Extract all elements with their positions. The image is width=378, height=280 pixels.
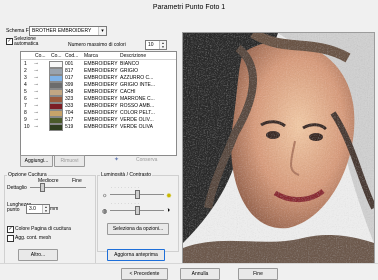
previous-button[interactable]: < Precedente: [121, 268, 168, 280]
thread-chart-select[interactable]: BROTHER EMBROIDERY ▾: [29, 26, 107, 36]
detail-label: Dettaglio: [7, 185, 27, 191]
pin-icon: ✦: [114, 157, 120, 163]
table-row[interactable]: 5 ⊸ 348 EMBROIDERY CACHI: [21, 88, 176, 96]
add-mesh-checkbox[interactable]: [7, 235, 14, 242]
remove-button[interactable]: Rimuovi: [54, 155, 85, 167]
detail-slider-track: [30, 187, 86, 188]
table-row[interactable]: 4 ⊸ 399 EMBROIDERY GRIGIO INTE...: [21, 81, 176, 89]
keep-button[interactable]: Conserva: [136, 157, 157, 163]
add-button[interactable]: Aggiungi...: [20, 155, 53, 167]
row-number: 10: [24, 124, 30, 130]
detail-slider[interactable]: [30, 183, 86, 192]
col-header-code: Cod...: [65, 53, 79, 59]
contrast-low-icon: ◍: [102, 209, 108, 215]
max-colors-stepper[interactable]: 10 ▲ ▼: [145, 40, 167, 50]
thread-color-table[interactable]: Co... Co... Cod... Marca Descrizione 1 ⊸ 0…: [20, 51, 177, 156]
thread-code: 519: [65, 124, 74, 130]
thread-brand: EMBROIDERY: [84, 124, 118, 130]
table-row[interactable]: 9 ⊸ 517 EMBROIDERY VERDE OLIV...: [21, 116, 176, 124]
max-colors-value: 10: [148, 42, 154, 48]
embroidery-preview-image: [183, 33, 374, 264]
table-row[interactable]: 3 ⊸ 017 EMBROIDERY AZZURRO C...: [21, 74, 176, 82]
brightness-contrast-title: Luminosità / Contrasto: [100, 172, 153, 178]
stitch-length-unit: mm: [50, 206, 59, 212]
spin-arrows-icon: ▲ ▼: [42, 205, 49, 213]
table-header: Co... Co... Cod... Marca Descrizione: [21, 52, 176, 60]
finish-button[interactable]: Fine: [238, 268, 278, 280]
col-header-brand: Marca: [84, 53, 98, 59]
thread-chart-value: BROTHER EMBROIDERY: [32, 28, 92, 34]
col-header-color-a: Co...: [35, 53, 46, 59]
stitch-length-stepper[interactable]: 3.0 ▲ ▼: [26, 204, 50, 214]
page-color-label: Colore Pagina di cucitura: [15, 226, 71, 232]
max-colors-label: Numero massimo di colori: [68, 42, 126, 48]
spin-arrows-icon: ▲ ▼: [159, 41, 166, 49]
other-button[interactable]: Altro...: [18, 249, 58, 261]
page-color-checkbox[interactable]: ✓: [7, 226, 14, 233]
brightness-low-icon: ☼: [102, 193, 108, 199]
table-row[interactable]: 8 ⊸ 704 EMBROIDERY COLOR PELT...: [21, 109, 176, 117]
stitch-length-label: Lunghezza punto: [7, 202, 32, 213]
auto-select-checkbox[interactable]: ✓: [6, 38, 13, 45]
contrast-slider[interactable]: ·········: [110, 201, 164, 215]
color-swatch: [49, 124, 63, 131]
thread-icon: ⊸: [34, 124, 39, 130]
contrast-high-icon: ◑: [166, 207, 171, 214]
table-row[interactable]: 1 ⊸ 001 EMBROIDERY BIANCO: [21, 60, 176, 68]
table-row[interactable]: 10 ⊸ 519 EMBROIDERY VERDE OLIVA: [21, 123, 176, 131]
table-row[interactable]: 6 ⊸ 323 EMBROIDERY MARRONE C...: [21, 95, 176, 103]
window-title: Parametri Punto Foto 1: [152, 4, 226, 11]
settings-panel: Schema Fili BROTHER EMBROIDERY ▾ ✓ Selez…: [0, 15, 180, 265]
chevron-down-icon: ▾: [98, 27, 106, 35]
add-mesh-label: Agg. cont. mesh: [15, 235, 52, 241]
photo-preview[interactable]: [182, 32, 375, 265]
stitch-length-value: 3.0: [29, 206, 36, 212]
dialog-footer: < Precedente Annulla Fine: [0, 263, 378, 280]
brightness-slider[interactable]: ·········: [110, 185, 164, 199]
col-header-description: Descrizione: [120, 53, 147, 59]
update-preview-button[interactable]: Aggiorna anteprima: [107, 249, 165, 261]
detail-slider-thumb[interactable]: [40, 183, 45, 192]
footer-divider: [0, 263, 378, 264]
brightness-high-icon: ✹: [166, 193, 172, 200]
thread-description: VERDE OLIVA: [120, 124, 153, 130]
table-row[interactable]: 7 ⊸ 333 EMBROIDERY ROSSO AMB...: [21, 102, 176, 110]
table-row[interactable]: 2 ⊸ 817 EMBROIDERY GRIGIO: [21, 67, 176, 75]
auto-select-label: Selezione automatica: [14, 36, 39, 47]
brightness-slider-thumb[interactable]: [135, 190, 140, 199]
title-bar: Parametri Punto Foto 1: [0, 0, 378, 15]
select-options-button[interactable]: Seleziona da opzioni...: [107, 223, 169, 235]
col-header-color-b: Co...: [51, 53, 62, 59]
photo-stitch-dialog: Parametri Punto Foto 1 Schema Fili BROTH…: [0, 0, 378, 280]
cancel-button[interactable]: Annulla: [180, 268, 220, 280]
contrast-slider-thumb[interactable]: [135, 206, 140, 215]
